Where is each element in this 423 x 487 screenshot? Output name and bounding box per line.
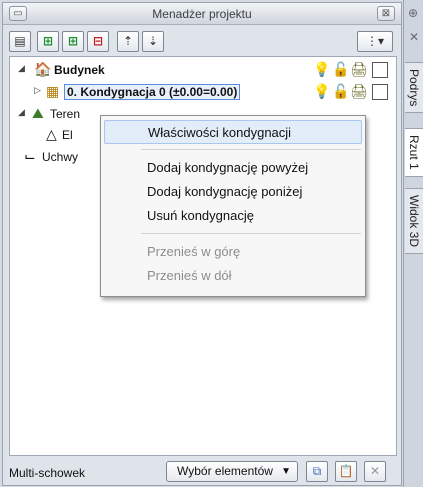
add-above-button[interactable]: ⊞ [37,31,59,52]
tab-widok-3d[interactable]: Widok 3D [405,188,423,255]
copy-button[interactable]: ⧉ [306,461,328,482]
lock-icon[interactable]: 🔓 [332,83,349,100]
tree-item-label: 0. Kondygnacja 0 (±0.00=0.00) [64,84,241,100]
side-tab-strip: ⊕ ✕ Podrys Rzut 1 Widok 3D [403,0,423,487]
checkbox[interactable] [372,62,388,78]
tab-label: Podrys [407,69,421,107]
chevron-down-icon: ▼ [281,466,291,477]
terrain-icon: ⛰ [32,105,44,121]
multi-clipboard-label: Multi-schowek [9,466,86,480]
menu-item-add-storey-below[interactable]: Dodaj kondygnację poniżej [104,180,362,204]
add-below-icon: ⊞ [67,34,79,48]
tree-item-label: Budynek [54,63,105,77]
toolbar: ▤ ⊞ ⊞ ⊟ ⇡ ⇣ ⋮▾ [3,26,401,56]
tab-podrys[interactable]: Podrys [405,62,423,114]
options-dropdown-button[interactable]: ⋮▾ [357,31,393,52]
menu-item-delete-storey[interactable]: Usuń kondygnację [104,204,362,228]
print-icon[interactable]: 🖨 [350,61,368,78]
delete-button[interactable]: ⊟ [87,31,109,52]
move-down-button[interactable]: ⇣ [142,31,164,52]
bulb-icon[interactable]: 💡 [313,83,330,100]
properties-button[interactable]: ▤ [9,31,31,52]
panel-title: Menadżer projektu [152,7,252,21]
copy-icon: ⧉ [312,464,322,478]
tab-label: Rzut 1 [407,135,421,170]
collapse-icon[interactable]: ◢ [18,63,25,74]
tree-item-label: Uchwy [42,150,79,164]
tree-item-label: El [62,128,73,142]
selection-dropdown[interactable]: Wybór elementów ▼ [166,461,298,482]
options-icon: ⋮▾ [365,34,385,48]
menu-item-storey-properties[interactable]: Właściwości kondygnacji [104,120,362,144]
move-up-button[interactable]: ⇡ [117,31,139,52]
pin-icon[interactable]: ⊕ [408,6,418,20]
menu-item-move-down: Przenieś w dół [147,268,232,283]
checkbox[interactable] [372,84,388,100]
tab-rzut-1[interactable]: Rzut 1 [405,128,423,177]
clear-icon: ✕ [369,464,381,478]
title-bar: ▭ Menadżer projektu ⊠ [3,3,401,25]
close-icon[interactable]: ⊠ [377,6,395,21]
close-icon[interactable]: ✕ [409,30,419,44]
building-icon: 🏠 [34,61,52,77]
expand-icon[interactable]: ▷ [34,85,41,96]
move-up-icon: ⇡ [122,34,134,48]
menu-separator [141,149,361,150]
bottom-bar: Multi-schowek Wybór elementów ▼ ⧉ 📋 ✕ [3,458,401,486]
storey-icon: ▦ [46,83,60,99]
menu-separator [141,233,361,234]
context-menu: Właściwości kondygnacji Dodaj kondygnacj… [100,115,366,297]
tab-label: Widok 3D [407,195,421,248]
tree-item-budynek[interactable]: ◢ 🏠 Budynek 💡 🔓 🖨 [10,59,396,81]
menu-item-add-storey-above[interactable]: Dodaj kondygnację powyżej [104,156,362,180]
lock-icon[interactable]: 🔓 [332,61,349,78]
menu-item-move-up: Przenieś w górę [147,244,241,259]
move-down-icon: ⇣ [147,34,159,48]
elevation-icon: △ [46,126,57,142]
selection-dropdown-value: Wybór elementów [177,464,273,478]
add-below-button[interactable]: ⊞ [62,31,84,52]
properties-icon: ▤ [14,34,26,48]
paste-button[interactable]: 📋 [335,461,357,482]
bulb-icon[interactable]: 💡 [313,61,330,78]
paste-icon: 📋 [338,464,354,478]
delete-icon: ⊟ [92,34,104,48]
tree-item-label: Teren [50,107,81,121]
tree-item-kondygnacja[interactable]: ▷ ▦ 0. Kondygnacja 0 (±0.00=0.00) 💡 🔓 🖨 [10,81,396,103]
clear-button[interactable]: ✕ [364,461,386,482]
collapse-icon[interactable]: ◢ [18,107,25,118]
handle-icon: ⌙ [24,148,36,164]
add-above-icon: ⊞ [42,34,54,48]
print-icon[interactable]: 🖨 [350,83,368,100]
